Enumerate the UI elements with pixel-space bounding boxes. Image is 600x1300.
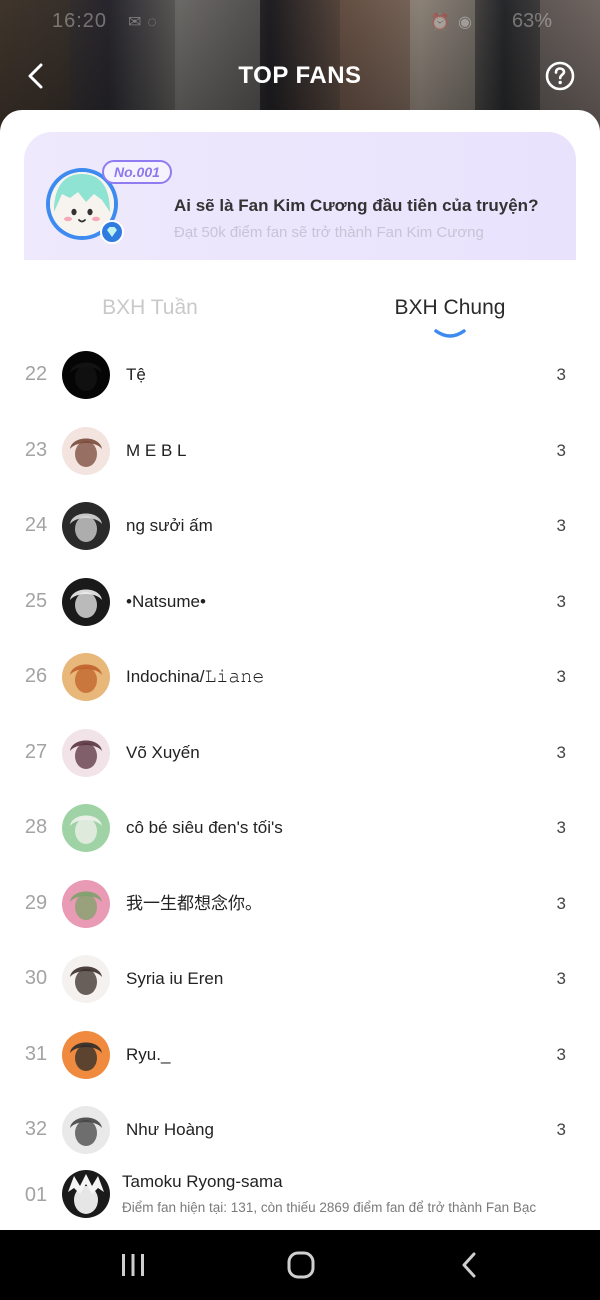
current-user-status: Điểm fan hiện tại: 131, còn thiếu 2869 đ… — [122, 1200, 537, 1215]
rank-row[interactable]: 22 Tệ 3 — [0, 337, 600, 413]
rank-row[interactable]: 25 •Natsume• 3 — [0, 564, 600, 640]
rank-number: 23 — [24, 438, 48, 461]
avatar-image — [62, 1030, 110, 1079]
rank-row[interactable]: 24 ng sưởi ấm 3 — [0, 488, 600, 564]
avatar[interactable] — [62, 879, 110, 928]
rank-row[interactable]: 26 Indochina/𝙻𝚒𝚊𝚗𝚎 3 — [0, 639, 600, 715]
recent-apps-icon — [122, 1254, 144, 1276]
rank-number: 30 — [24, 967, 48, 989]
diamond-fan-banner[interactable]: No.001 Ai sẽ là Fan Kim Cương đầu tiên c… — [24, 132, 576, 260]
question-circle-icon — [545, 61, 575, 91]
status-bar: 16:20 ✉◌ ⏰◉ 63% — [0, 0, 600, 44]
back-button[interactable] — [18, 58, 54, 94]
fan-score: 3 — [556, 365, 566, 384]
tab-weekly[interactable]: BXH Tuần — [50, 296, 250, 320]
system-icons: ⏰◉ — [430, 14, 480, 31]
fan-score: 3 — [556, 1044, 566, 1064]
fan-score: 3 — [556, 516, 566, 535]
fan-name: Indochina/𝙻𝚒𝚊𝚗𝚎 — [126, 667, 265, 686]
fan-name: 我一生都想念你。 — [126, 893, 262, 913]
system-nav-bar — [0, 1230, 600, 1300]
rank-number: 31 — [24, 1042, 48, 1065]
fan-score: 3 — [556, 818, 566, 837]
fan-name: Như Hoàng — [126, 1120, 214, 1139]
rank-row[interactable]: 27 Võ Xuyến 3 — [0, 715, 600, 791]
banner-title: Ai sẽ là Fan Kim Cương đầu tiên của truy… — [174, 196, 539, 215]
rank-number: 27 — [24, 740, 48, 763]
help-button[interactable] — [544, 60, 576, 92]
content-sheet: No.001 Ai sẽ là Fan Kim Cương đầu tiên c… — [0, 110, 600, 1230]
recent-apps-button[interactable] — [108, 1245, 158, 1285]
status-time: 16:20 — [52, 10, 108, 32]
avatar-image — [62, 502, 110, 550]
avatar[interactable] — [62, 351, 110, 399]
avatar — [62, 1170, 110, 1218]
avatar-image — [62, 653, 110, 701]
back-icon — [462, 1252, 476, 1278]
current-user-avatar — [62, 1170, 110, 1218]
rank-number: 28 — [24, 816, 48, 838]
fan-name: Tệ — [126, 365, 146, 384]
current-user-row[interactable]: 01 Tamoku Ryong-sama Điểm fan hiện tại: … — [0, 1160, 600, 1230]
fan-name: Syria iu Eren — [126, 969, 224, 988]
current-user-name: Tamoku Ryong-sama — [122, 1172, 283, 1191]
system-back-button[interactable] — [444, 1245, 494, 1285]
avatar[interactable] — [62, 955, 110, 1003]
avatar[interactable] — [62, 426, 110, 475]
avatar-image — [62, 804, 110, 852]
rank-row[interactable]: 29 我一生都想念你。 3 — [0, 866, 600, 942]
fan-score: 3 — [556, 742, 566, 762]
rank-row[interactable]: 31 Ryu._ 3 — [0, 1017, 600, 1093]
fan-name: Ryu._ — [126, 1044, 171, 1064]
home-icon — [287, 1251, 315, 1279]
diamond-icon — [100, 220, 124, 244]
avatar[interactable] — [62, 1106, 110, 1154]
avatar[interactable] — [62, 577, 110, 626]
avatar-image — [62, 728, 110, 777]
fan-name: •Natsume• — [126, 591, 206, 611]
avatar-image — [62, 955, 110, 1003]
rank-row[interactable]: 28 cô bé siêu đen's tối's 3 — [0, 790, 600, 866]
rank-row[interactable]: 23 M E B L 3 — [0, 413, 600, 489]
rank-number: 29 — [24, 891, 48, 914]
fan-name: ng sưởi ấm — [126, 516, 213, 535]
current-user-rank: 01 — [24, 1184, 48, 1206]
fan-score: 3 — [556, 440, 566, 460]
avatar[interactable] — [62, 502, 110, 550]
avatar-image — [62, 879, 110, 928]
fan-name: Võ Xuyến — [126, 742, 200, 762]
avatar-image — [62, 577, 110, 626]
rank-row[interactable]: 32 Như Hoàng 3 — [0, 1092, 600, 1168]
ranking-list: 22 Tệ 3 23 M E B L 3 24 ng sưởi ấm 3 25 •Natsume• 3… — [0, 337, 600, 1168]
chevron-left-icon — [28, 63, 43, 89]
fan-score: 3 — [556, 893, 566, 913]
fan-score: 3 — [556, 591, 566, 611]
banner-subtitle: Đạt 50k điểm fan sẽ trở thành Fan Kim Cư… — [174, 224, 484, 241]
avatar-image — [62, 426, 110, 475]
rank-number: 25 — [24, 589, 48, 612]
fan-score: 3 — [556, 667, 566, 686]
avatar[interactable] — [62, 653, 110, 701]
avatar[interactable] — [62, 1030, 110, 1079]
fan-score: 3 — [556, 1120, 566, 1139]
rank-number: 32 — [24, 1118, 48, 1140]
fan-score: 3 — [556, 969, 566, 988]
rank-number: 24 — [24, 514, 48, 536]
avatar[interactable] — [62, 804, 110, 852]
notification-icons: ✉◌ — [128, 14, 163, 31]
avatar[interactable] — [62, 728, 110, 777]
fan-name: M E B L — [126, 440, 187, 460]
tab-overall[interactable]: BXH Chung — [350, 296, 550, 320]
battery-level: 63% — [511, 10, 552, 32]
avatar-image — [62, 1106, 110, 1154]
avatar-image — [62, 351, 110, 399]
diamond-glyph — [107, 227, 117, 237]
rank-number: 26 — [24, 665, 48, 687]
fan-name: cô bé siêu đen's tối's — [126, 818, 283, 837]
rank-badge: No.001 — [102, 160, 172, 184]
home-button[interactable] — [276, 1245, 326, 1285]
rank-number: 22 — [24, 363, 48, 385]
rank-row[interactable]: 30 Syria iu Eren 3 — [0, 941, 600, 1017]
